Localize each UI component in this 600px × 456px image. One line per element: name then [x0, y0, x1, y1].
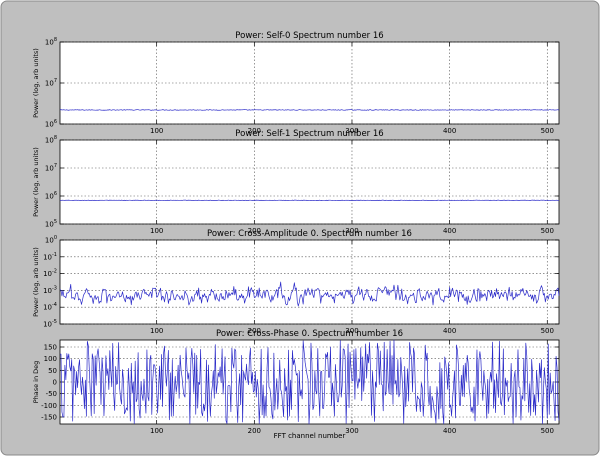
x-tick-label: 400	[443, 127, 456, 135]
x-tick-label: 400	[443, 227, 456, 235]
panel-title: Power: Self-1 Spectrum number 16	[235, 129, 383, 139]
panel-self-0: 100 200 300 400 500106107108 Power: Self-0 S…	[32, 31, 560, 135]
y-tick-label: 0	[53, 379, 57, 387]
panel-self-1: 100 200 300 400 500105106107108 Power: Self-…	[32, 129, 560, 235]
x-tick-label: 400	[443, 427, 456, 435]
x-tick-label: 500	[541, 427, 554, 435]
x-tick-label: 500	[541, 327, 554, 335]
x-tick-label: 300	[345, 427, 358, 435]
panel-title: Power: Cross-Phase 0. Spectrum number 16	[216, 329, 403, 339]
y-axis-label: Power (log, arb units)	[32, 48, 40, 118]
axes-frame	[59, 139, 560, 225]
y-tick-label: 100	[44, 355, 57, 363]
x-tick-label: 500	[541, 127, 554, 135]
y-tick-label: -100	[41, 402, 57, 410]
x-tick-label: 100	[150, 227, 163, 235]
axes-frame	[59, 239, 560, 325]
y-tick-label: -50	[46, 390, 57, 398]
y-tick-label: 150	[44, 344, 57, 352]
y-axis-label: Power (log, arb units)	[32, 247, 40, 317]
x-tick-label: 100	[150, 127, 163, 135]
x-tick-label: 100	[150, 427, 163, 435]
x-tick-label: 200	[248, 427, 261, 435]
y-axis-label: Power (log, arb units)	[32, 147, 40, 217]
x-tick-label: 400	[443, 327, 456, 335]
x-axis-label: FFT channel number	[274, 432, 346, 440]
panel-title: Power: Cross-Amplitude 0. Spectrum numbe…	[207, 229, 412, 239]
y-tick-label: 50	[48, 367, 57, 375]
panel-cross-amplitude: 100 200 300 400 50010-510-410-310-210-1100 P…	[32, 229, 560, 335]
panel-cross-phase: 100 200 300 400 500 -150 -100 -50 0 50 100 150 Powe…	[32, 329, 560, 440]
y-axis-label: Phase in Deg	[32, 361, 40, 404]
x-tick-label: 500	[541, 227, 554, 235]
x-tick-label: 100	[150, 327, 163, 335]
y-tick-label: -150	[41, 414, 57, 422]
panel-title: Power: Self-0 Spectrum number 16	[235, 31, 383, 41]
figure-canvas: 100 200 300 400 500106107108 Power: Self-0 S…	[0, 0, 600, 456]
